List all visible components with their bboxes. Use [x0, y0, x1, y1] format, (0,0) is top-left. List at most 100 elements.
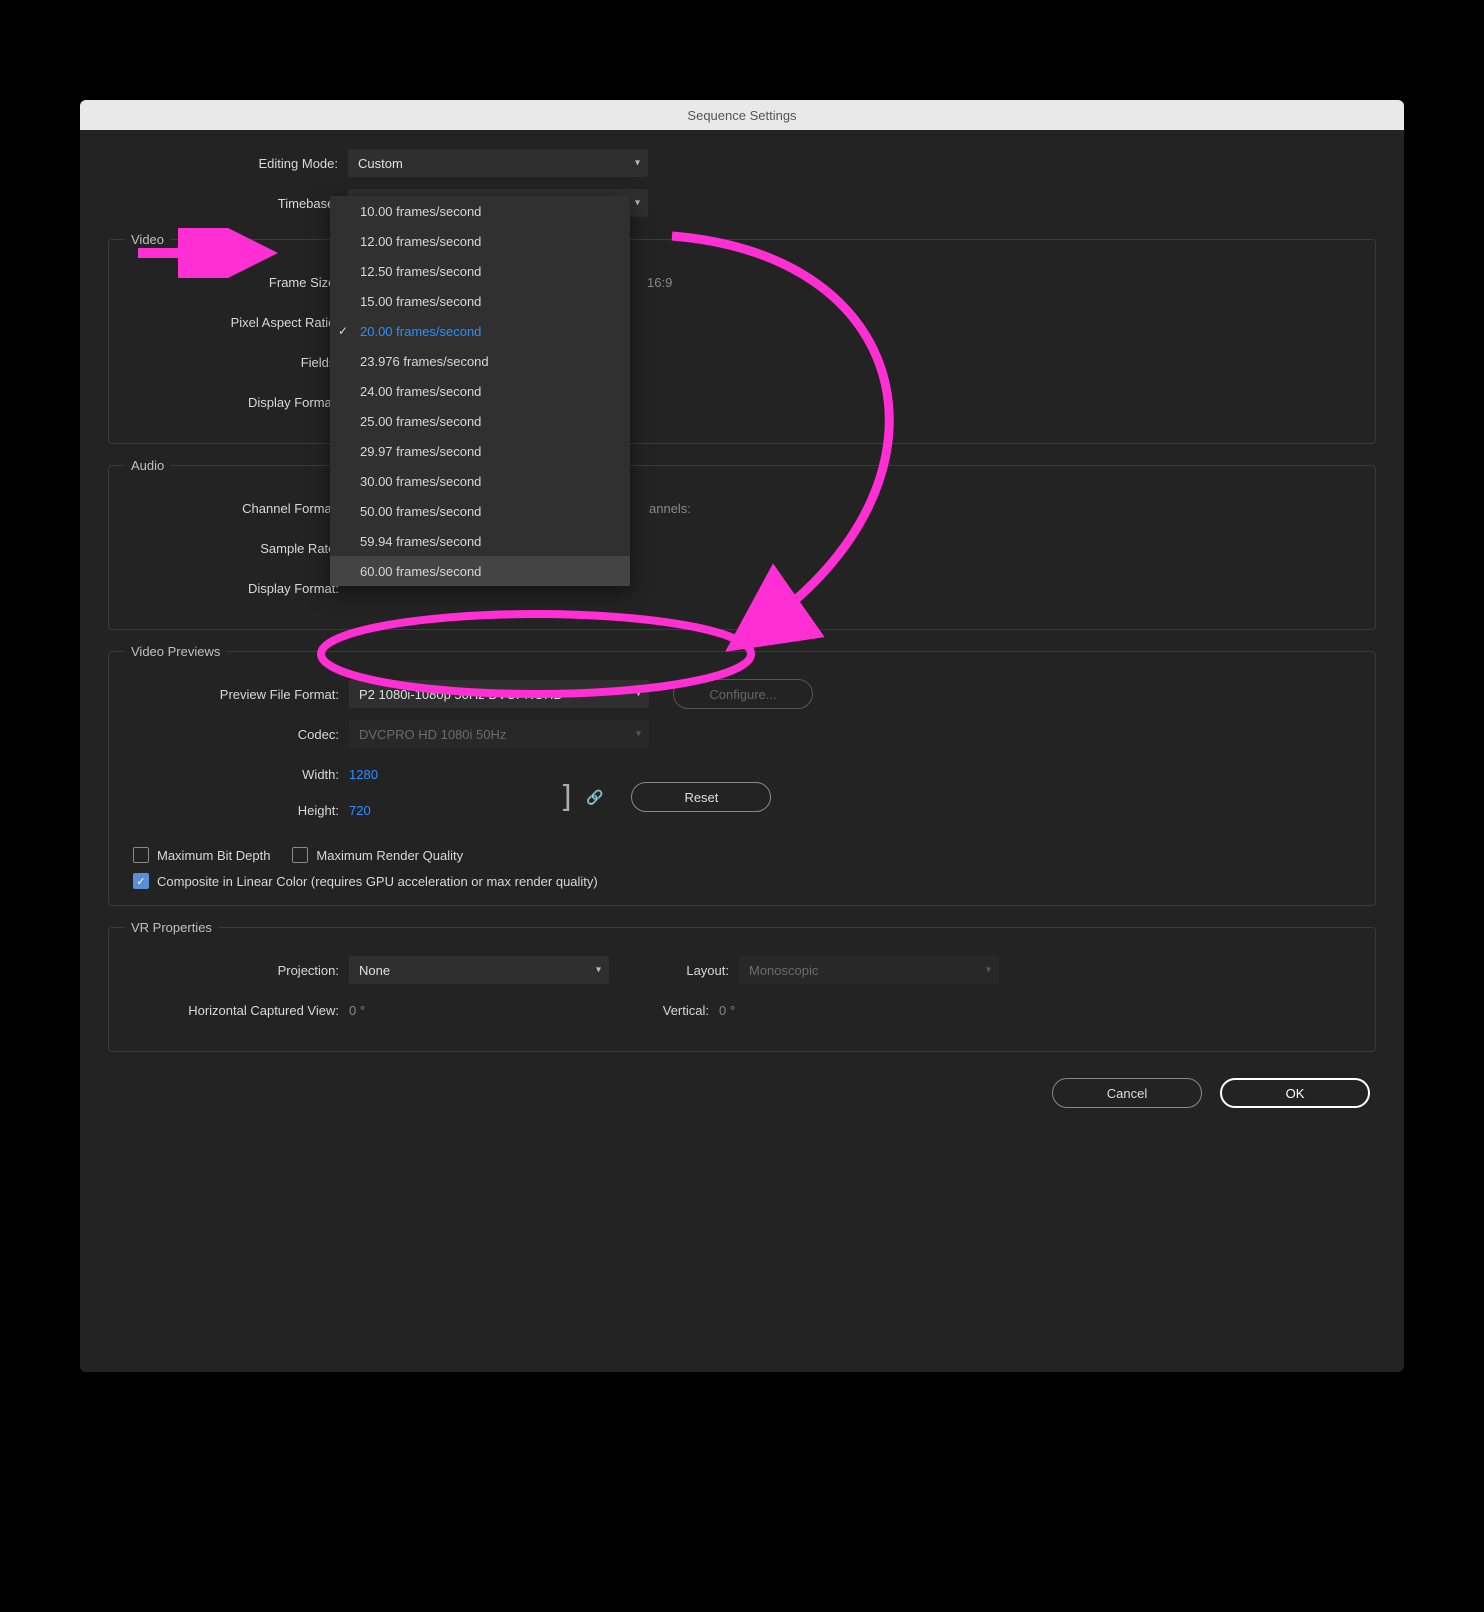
timebase-option[interactable]: 50.00 frames/second — [330, 496, 630, 526]
preview-file-format-select[interactable]: P2 1080i-1080p 50Hz DVCPROHD ▾ — [349, 680, 649, 708]
timebase-option-label: 30.00 frames/second — [360, 474, 481, 489]
window-content: Editing Mode: Custom ▾ Timebase: 20.00 f… — [80, 130, 1404, 1132]
timebase-option[interactable]: 24.00 frames/second — [330, 376, 630, 406]
check-icon: ✓ — [338, 324, 348, 338]
wh-link-group: ] 🔗 Reset — [558, 780, 772, 815]
max-bit-depth-label: Maximum Bit Depth — [157, 848, 270, 863]
pixel-aspect-row: Pixel Aspect Ratio: — [125, 307, 1359, 337]
ok-button[interactable]: OK — [1220, 1078, 1370, 1108]
height-value[interactable]: 720 — [349, 803, 371, 818]
composite-label: Composite in Linear Color (requires GPU … — [157, 874, 598, 889]
video-display-format-label: Display Format: — [125, 395, 349, 410]
timebase-options-popup[interactable]: 10.00 frames/second 12.00 frames/second 12… — [330, 196, 630, 586]
chevron-down-icon: ▾ — [986, 965, 991, 976]
video-legend: Video — [125, 232, 170, 247]
width-value[interactable]: 1280 — [349, 767, 378, 782]
codec-row: Codec: DVCPRO HD 1080i 50Hz ▾ — [125, 719, 1359, 749]
chevron-down-icon: ▾ — [636, 689, 641, 700]
timebase-row: Timebase: 20.00 frames/second ▾ — [108, 188, 1376, 218]
codec-select: DVCPRO HD 1080i 50Hz ▾ — [349, 720, 649, 748]
chevron-down-icon: ▾ — [636, 729, 641, 740]
audio-display-format-row: Display Format: — [125, 573, 1359, 603]
width-label: Width: — [125, 767, 349, 782]
timebase-option[interactable]: 60.00 frames/second — [330, 556, 630, 586]
editing-mode-row: Editing Mode: Custom ▾ — [108, 148, 1376, 178]
timebase-option-label: 59.94 frames/second — [360, 534, 481, 549]
window-title: Sequence Settings — [687, 108, 796, 123]
height-row: Height: 720 — [125, 795, 378, 825]
chevron-down-icon: ▾ — [635, 158, 640, 169]
sample-rate-label: Sample Rate: — [125, 541, 349, 556]
audio-display-format-label: Display Format: — [125, 581, 349, 596]
timebase-option-label: 50.00 frames/second — [360, 504, 481, 519]
sample-rate-row: Sample Rate: — [125, 533, 1359, 563]
vert-value: 0 ° — [719, 1003, 735, 1018]
timebase-option-label: 10.00 frames/second — [360, 204, 481, 219]
timebase-option-label: 15.00 frames/second — [360, 294, 481, 309]
timebase-option[interactable]: 12.00 frames/second — [330, 226, 630, 256]
channel-format-label: Channel Format: — [125, 501, 349, 516]
fields-label: Fields: — [125, 355, 349, 370]
codec-value: DVCPRO HD 1080i 50Hz — [359, 727, 506, 742]
audio-section: Audio Channel Format: annels: Sample Rat… — [108, 458, 1376, 630]
max-bit-depth-check[interactable]: Maximum Bit Depth — [133, 847, 270, 863]
chevron-down-icon: ▾ — [635, 198, 640, 209]
vert-label: Vertical: — [589, 1003, 719, 1018]
channels-label-partial: annels: — [649, 501, 691, 516]
layout-select: Monoscopic ▾ — [739, 956, 999, 984]
fields-row: Fields: — [125, 347, 1359, 377]
projection-value: None — [359, 963, 390, 978]
video-previews-section: Video Previews Preview File Format: P2 1… — [108, 644, 1376, 906]
video-display-format-row: Display Format: — [125, 387, 1359, 417]
pixel-aspect-label: Pixel Aspect Ratio: — [125, 315, 349, 330]
video-previews-legend: Video Previews — [125, 644, 226, 659]
reset-button[interactable]: Reset — [631, 782, 771, 812]
cancel-label: Cancel — [1107, 1086, 1147, 1101]
checkbox-row-1: Maximum Bit Depth Maximum Render Quality — [133, 847, 1359, 863]
cancel-button[interactable]: Cancel — [1052, 1078, 1202, 1108]
link-icon[interactable]: 🔗 — [586, 789, 603, 806]
preview-file-format-value: P2 1080i-1080p 50Hz DVCPROHD — [359, 687, 563, 702]
window-titlebar: Sequence Settings — [80, 100, 1404, 130]
editing-mode-select[interactable]: Custom ▾ — [348, 149, 648, 177]
composite-linear-check[interactable]: ✓ Composite in Linear Color (requires GP… — [133, 873, 598, 889]
timebase-option[interactable]: 25.00 frames/second — [330, 406, 630, 436]
preview-file-format-label: Preview File Format: — [125, 687, 349, 702]
timebase-option-label: 29.97 frames/second — [360, 444, 481, 459]
timebase-option-label: 60.00 frames/second — [360, 564, 481, 579]
timebase-option[interactable]: 15.00 frames/second — [330, 286, 630, 316]
preview-file-format-row: Preview File Format: P2 1080i-1080p 50Hz… — [125, 679, 1359, 709]
vr-legend: VR Properties — [125, 920, 218, 935]
timebase-option[interactable]: ✓20.00 frames/second — [330, 316, 630, 346]
editing-mode-label: Editing Mode: — [108, 156, 348, 171]
layout-label: Layout: — [609, 963, 739, 978]
max-render-quality-label: Maximum Render Quality — [316, 848, 463, 863]
channel-format-row: Channel Format: annels: — [125, 493, 1359, 523]
timebase-option-label: 12.00 frames/second — [360, 234, 481, 249]
max-render-quality-check[interactable]: Maximum Render Quality — [292, 847, 463, 863]
timebase-option[interactable]: 59.94 frames/second — [330, 526, 630, 556]
projection-select[interactable]: None ▾ — [349, 956, 609, 984]
ok-label: OK — [1286, 1086, 1305, 1101]
timebase-option[interactable]: 30.00 frames/second — [330, 466, 630, 496]
timebase-option[interactable]: 12.50 frames/second — [330, 256, 630, 286]
horiz-captured-value: 0 ° — [349, 1003, 589, 1018]
timebase-option-label: 12.50 frames/second — [360, 264, 481, 279]
configure-label: Configure... — [709, 687, 776, 702]
frame-size-row: Frame Size: 16:9 — [125, 267, 1359, 297]
timebase-option[interactable]: 29.97 frames/second — [330, 436, 630, 466]
timebase-option[interactable]: 23.976 frames/second — [330, 346, 630, 376]
timebase-option-label: 25.00 frames/second — [360, 414, 481, 429]
reset-label: Reset — [684, 790, 718, 805]
video-section: Video Frame Size: 16:9 Pixel Aspect Rati… — [108, 232, 1376, 444]
frame-aspect-note: 16:9 — [647, 275, 672, 290]
audio-legend: Audio — [125, 458, 170, 473]
checkbox-row-2: ✓ Composite in Linear Color (requires GP… — [133, 873, 1359, 889]
timebase-option-label: 24.00 frames/second — [360, 384, 481, 399]
timebase-option-label: 23.976 frames/second — [360, 354, 489, 369]
codec-label: Codec: — [125, 727, 349, 742]
projection-label: Projection: — [125, 963, 349, 978]
configure-button: Configure... — [673, 679, 813, 709]
height-label: Height: — [125, 803, 349, 818]
timebase-option[interactable]: 10.00 frames/second — [330, 196, 630, 226]
